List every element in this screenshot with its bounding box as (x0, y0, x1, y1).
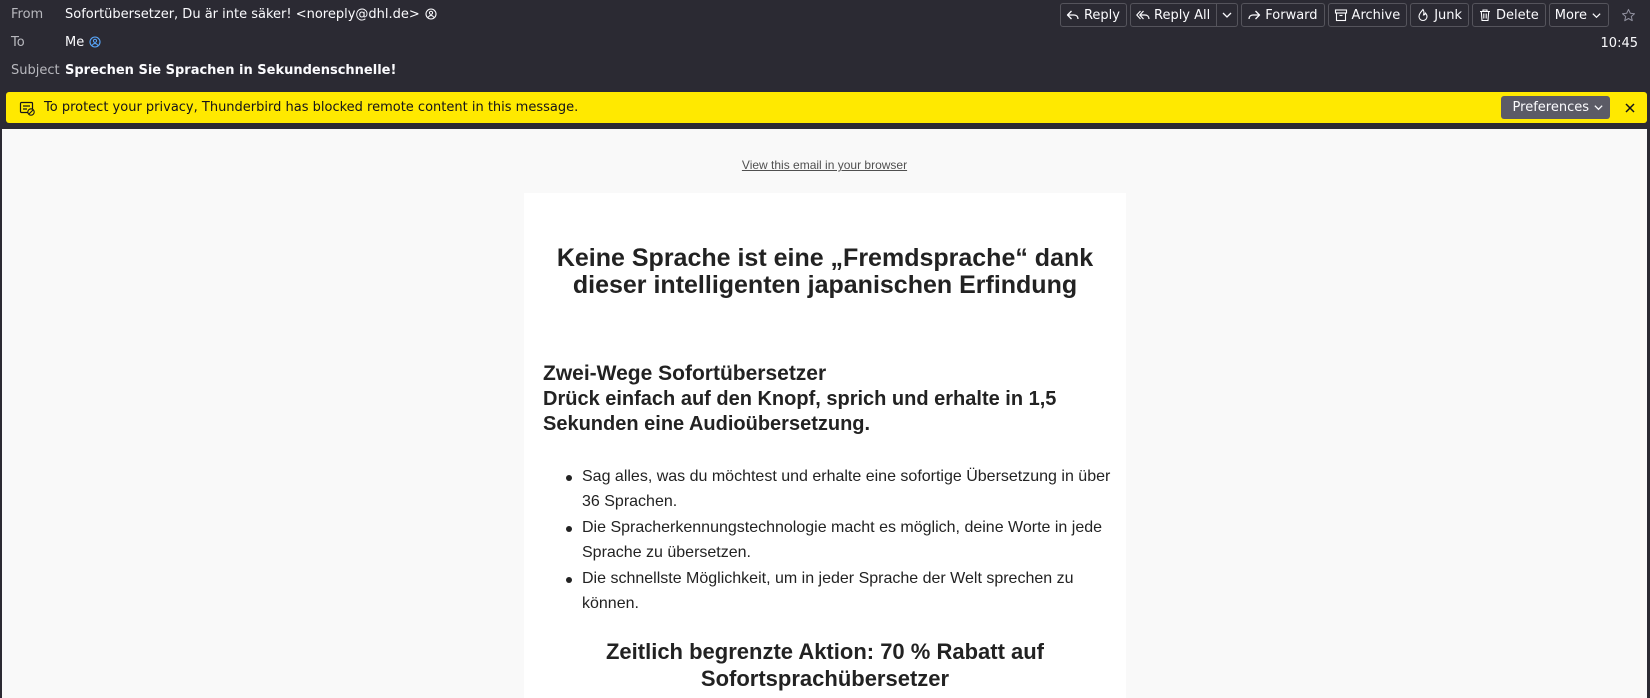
from-address[interactable]: Sofortübersetzer, Du är inte säker! <nor… (65, 7, 420, 22)
chevron-down-icon (1592, 12, 1601, 18)
subject-label: Subject (11, 62, 60, 78)
forward-icon (1248, 10, 1261, 20)
more-button[interactable]: More (1548, 3, 1609, 27)
reply-icon (1066, 10, 1079, 20)
list-item: Die Spracherkennungstechnologie macht es… (566, 516, 1112, 565)
junk-button[interactable]: Junk (1410, 3, 1470, 27)
product-title: Zwei-Wege Sofortübersetzer (543, 362, 827, 385)
more-label: More (1554, 7, 1587, 23)
list-item: Die schnellste Möglichkeit, um in jeder … (566, 567, 1112, 616)
list-item: Sag alles, was du möchtest und erhalte e… (566, 465, 1112, 514)
close-notification-button[interactable] (1618, 96, 1641, 119)
reply-all-icon (1136, 10, 1150, 20)
email-content-card: Keine Sprache ist eine „Fremdsprache“ da… (524, 193, 1126, 698)
reply-all-label: Reply All (1154, 7, 1211, 23)
preferences-button[interactable]: Preferences (1500, 96, 1610, 119)
add-contact-icon[interactable] (425, 8, 437, 20)
archive-icon (1334, 9, 1347, 22)
delete-label: Delete (1496, 7, 1539, 23)
feature-list: Sag alles, was du möchtest und erhalte e… (566, 465, 1112, 618)
offer-heading: Zeitlich begrenzte Aktion: 70 % Rabatt a… (605, 639, 1045, 691)
message-toolbar: Reply Reply All Forward Archive Junk Del… (1059, 3, 1638, 27)
to-value[interactable]: Me (65, 35, 101, 50)
email-headline: Keine Sprache ist eine „Fremdsprache“ da… (556, 244, 1094, 299)
message-header: From Sofortübersetzer, Du är inte säker!… (0, 0, 1650, 92)
close-icon (1624, 102, 1635, 113)
message-body: View this email in your browser Keine Sp… (2, 129, 1647, 698)
reply-button[interactable]: Reply (1059, 3, 1127, 27)
reply-label: Reply (1083, 7, 1120, 23)
archive-button[interactable]: Archive (1327, 3, 1408, 27)
remote-content-notification: To protect your privacy, Thunderbird has… (6, 92, 1647, 123)
product-subtitle: Drück einfach auf den Knopf, sprich und … (543, 388, 1057, 435)
reply-all-button[interactable]: Reply All (1130, 3, 1218, 27)
to-label: To (11, 34, 25, 50)
trash-icon (1480, 9, 1491, 22)
delete-button[interactable]: Delete (1472, 3, 1546, 27)
forward-label: Forward (1265, 7, 1318, 23)
message-date: 10:45 (1600, 36, 1638, 51)
reply-all-dropdown[interactable] (1217, 3, 1239, 27)
subject-value: Sprechen Sie Sprachen in Sekundenschnell… (65, 62, 397, 78)
remote-content-blocked-icon (19, 101, 35, 116)
junk-icon (1418, 8, 1428, 22)
preferences-label: Preferences (1512, 100, 1589, 115)
archive-label: Archive (1351, 7, 1401, 23)
contact-icon[interactable] (89, 36, 101, 48)
junk-label: Junk (1434, 7, 1463, 23)
chevron-down-icon (1594, 105, 1603, 111)
chevron-down-icon (1222, 12, 1232, 18)
view-in-browser-link[interactable]: View this email in your browser (2, 158, 1647, 172)
from-value[interactable]: Sofortübersetzer, Du är inte säker! <nor… (65, 7, 437, 22)
star-icon (1621, 8, 1635, 21)
to-recipient[interactable]: Me (65, 35, 84, 50)
from-label: From (11, 6, 44, 22)
notification-text: To protect your privacy, Thunderbird has… (44, 100, 579, 115)
star-button[interactable] (1618, 5, 1638, 25)
reply-all-split: Reply All (1130, 3, 1239, 27)
forward-button[interactable]: Forward (1241, 3, 1325, 27)
